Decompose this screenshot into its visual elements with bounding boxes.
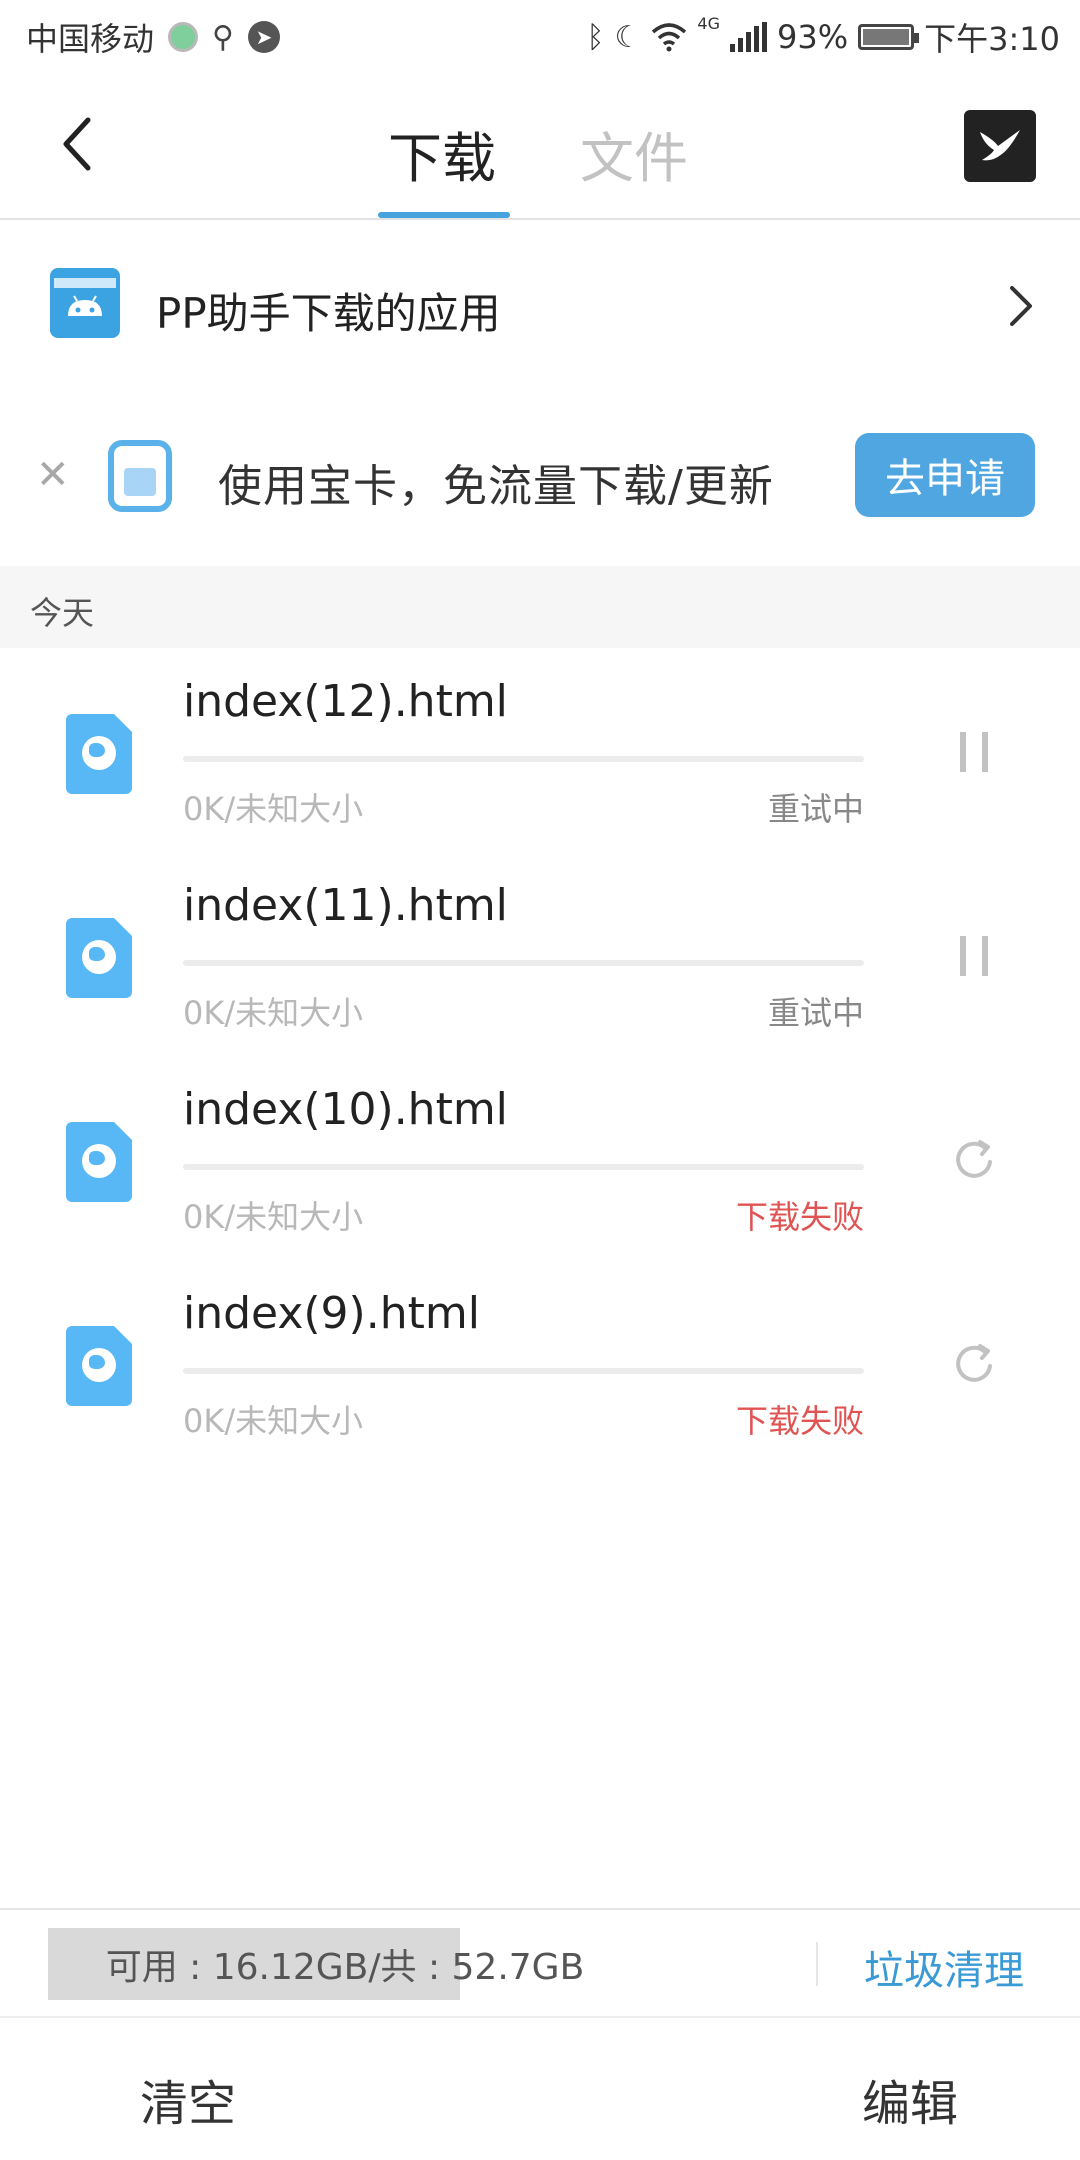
tab-download[interactable]: 下载 — [388, 114, 496, 193]
junk-clean-button[interactable]: 垃圾清理 — [864, 1938, 1024, 1996]
download-item[interactable]: index(11).html 0K/未知大小 重试中 — [0, 856, 1080, 1060]
app-notification-icon — [168, 22, 199, 52]
moon-icon: ☾ — [614, 19, 642, 55]
header: 下载 文件 — [0, 76, 1080, 220]
tab-file[interactable]: 文件 — [580, 114, 688, 193]
download-progress — [183, 756, 864, 762]
edit-button[interactable]: 编辑 — [862, 2064, 958, 2134]
section-label: 今天 — [30, 594, 95, 632]
pause-icon[interactable] — [952, 724, 998, 780]
pause-icon[interactable] — [952, 928, 998, 984]
download-item[interactable]: index(9).html 0K/未知大小 下载失败 — [0, 1264, 1080, 1468]
retry-icon[interactable] — [952, 1336, 998, 1392]
promo-banner: ✕ 使用宝卡，免流量下载/更新 去申请 — [0, 410, 1080, 550]
download-status: 重试中 — [767, 994, 864, 1032]
storage-text: 可用 : 16.12GB/共 : 52.7GB — [105, 1947, 585, 1988]
storage-bar: 可用 : 16.12GB/共 : 52.7GB 垃圾清理 — [0, 1908, 1080, 2016]
chevron-right-icon — [1010, 286, 1032, 326]
bluetooth-icon: ᛒ — [586, 19, 605, 55]
android-store-icon — [50, 268, 120, 338]
pp-apps-row[interactable]: PP助手下载的应用 — [0, 222, 1080, 392]
signal-icon — [730, 22, 767, 52]
retry-icon[interactable] — [952, 1132, 998, 1188]
file-name: index(11).html — [183, 880, 508, 931]
divider — [816, 1942, 818, 1986]
status-bar-right: ᛒ ☾ 4G 93% 下午3:10 — [587, 14, 1060, 60]
close-icon[interactable]: ✕ — [36, 452, 70, 498]
download-item[interactable]: index(12).html 0K/未知大小 重试中 — [0, 652, 1080, 856]
file-size: 0K/未知大小 — [183, 994, 364, 1032]
file-size: 0K/未知大小 — [183, 1402, 364, 1440]
network-type-label: 4G — [697, 14, 720, 33]
download-progress — [183, 1164, 864, 1170]
html-file-icon — [66, 1122, 132, 1202]
download-status: 下载失败 — [735, 1198, 864, 1236]
html-file-icon — [66, 1326, 132, 1406]
download-status: 重试中 — [767, 790, 864, 828]
active-tab-indicator — [378, 212, 510, 218]
bottom-bar: 清空 编辑 — [0, 2016, 1080, 2160]
wifi-icon — [652, 23, 687, 52]
battery-percent: 93% — [777, 18, 849, 56]
status-bar-left: 中国移动 ⚲ ➤ — [26, 14, 280, 60]
html-file-icon — [66, 714, 132, 794]
swallow-logo-icon — [980, 130, 1020, 161]
pp-apps-label: PP助手下载的应用 — [156, 289, 501, 338]
section-header-today: 今天 — [0, 566, 1080, 648]
battery-icon — [858, 24, 920, 50]
clear-button[interactable]: 清空 — [140, 2064, 236, 2134]
back-arrow-icon[interactable] — [58, 114, 98, 174]
download-progress — [183, 960, 864, 966]
download-item[interactable]: index(10).html 0K/未知大小 下载失败 — [0, 1060, 1080, 1264]
clock: 下午3:10 — [924, 20, 1060, 58]
apply-button[interactable]: 去申请 — [855, 433, 1035, 517]
download-progress — [183, 1368, 864, 1374]
shield-notification-icon: ➤ — [248, 21, 280, 53]
file-name: index(9).html — [183, 1288, 480, 1339]
app-logo-button[interactable] — [964, 110, 1036, 182]
usb-icon: ⚲ — [212, 19, 234, 55]
sim-card-icon — [108, 440, 172, 512]
file-size: 0K/未知大小 — [183, 790, 364, 828]
file-size: 0K/未知大小 — [183, 1198, 364, 1236]
download-status: 下载失败 — [735, 1402, 864, 1440]
promo-text: 使用宝卡，免流量下载/更新 — [218, 461, 774, 512]
file-name: index(12).html — [183, 676, 508, 727]
html-file-icon — [66, 918, 132, 998]
status-bar: 中国移动 ⚲ ➤ ᛒ ☾ 4G 93% 下午3:10 — [0, 0, 1080, 76]
carrier-name: 中国移动 — [26, 20, 155, 58]
file-name: index(10).html — [183, 1084, 508, 1135]
